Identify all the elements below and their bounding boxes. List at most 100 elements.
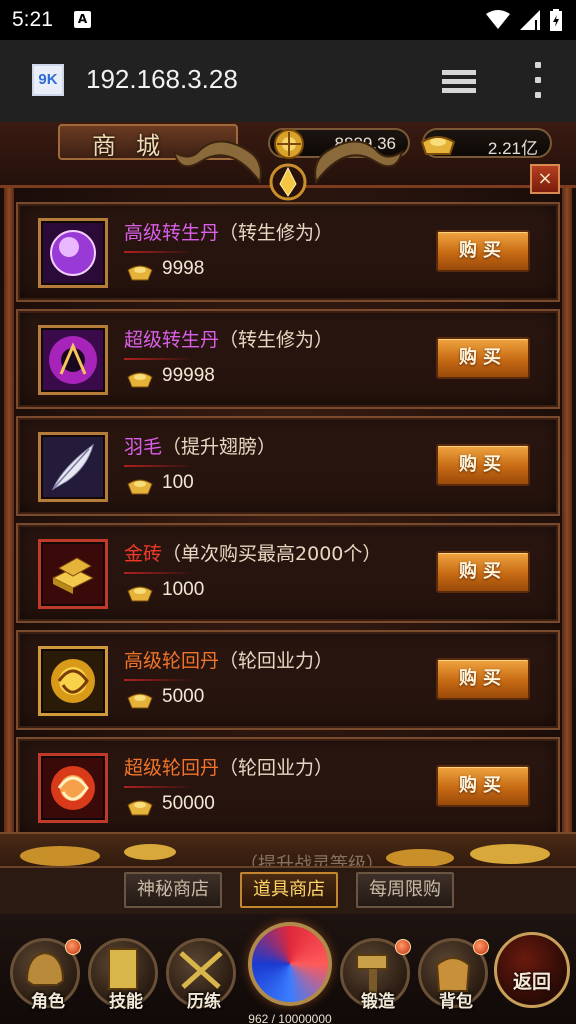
status-icons: [486, 9, 562, 31]
price-value: 99998: [162, 365, 215, 386]
notification-dot: [65, 939, 81, 955]
price-value: 9998: [162, 258, 205, 279]
nav-label: 背包: [439, 992, 473, 1012]
purple-orb-icon: [43, 223, 103, 283]
ingot-icon: [127, 265, 153, 281]
item-name: 超级转生丹（转生修为）: [124, 325, 333, 352]
item-icon-frame: [38, 218, 108, 288]
notification-dot: [473, 939, 489, 955]
nav-skills-button[interactable]: 技能: [88, 938, 158, 1012]
golden-swirl-icon: [43, 651, 103, 711]
gold-brick-icon: [43, 544, 103, 604]
shop-header: 商城 8889.36 2.21亿: [0, 122, 576, 201]
item-icon-frame: [38, 646, 108, 716]
exp-readout: 962 / 10000000: [248, 1012, 332, 1024]
buy-button[interactable]: 购买: [436, 551, 530, 593]
gold-amount: 2.21亿: [487, 139, 538, 158]
item-title: 高级轮回丹: [124, 650, 220, 672]
tab-mystery-shop[interactable]: 神秘商店: [124, 872, 222, 908]
tab-item-shop[interactable]: 道具商店: [240, 872, 338, 908]
nav-label: 技能: [109, 992, 143, 1012]
list-item: 高级转生丹（转生修为） 9998 购买: [16, 202, 560, 302]
item-note: （提升翅膀）: [162, 436, 277, 458]
divider: [124, 786, 194, 788]
shop-title: 商城: [92, 132, 180, 160]
status-time: 5:21: [12, 8, 53, 31]
browser-toolbar: 9K 192.168.3.28: [0, 40, 576, 122]
ingot-icon: [127, 372, 153, 388]
nav-label: 锻造: [361, 992, 395, 1012]
price-value: 50000: [162, 793, 215, 814]
back-label: 返回: [512, 971, 551, 993]
buy-button[interactable]: 购买: [436, 230, 530, 272]
footer: （提升战灵等级） 神秘商店 道具商店 每周限购 角色 技能 历练 962 / 1…: [0, 820, 576, 1024]
item-title: 羽毛: [124, 436, 163, 458]
item-icon-frame: [38, 753, 108, 823]
feather-icon: [43, 437, 103, 497]
tab-weekly-limited[interactable]: 每周限购: [356, 872, 454, 908]
item-title: 超级轮回丹: [124, 757, 220, 779]
nav-character-button[interactable]: 角色: [10, 938, 81, 1012]
price-value: 5000: [162, 686, 205, 707]
overflow-menu-icon[interactable]: [532, 62, 544, 98]
gold-currency: 2.21亿: [420, 128, 552, 158]
dragon-ornament-left-icon: [172, 140, 262, 185]
item-name: 羽毛（提升翅膀）: [124, 432, 276, 459]
ingot-icon: [127, 479, 153, 495]
nav-label: 角色: [31, 992, 65, 1012]
energy-orb[interactable]: [248, 922, 332, 1006]
list-item: 超级转生丹（转生修为） 99998 购买: [16, 309, 560, 409]
item-note: （轮回业力）: [219, 757, 334, 779]
frame-right: [562, 188, 572, 878]
list-item: 高级轮回丹（轮回业力） 5000 购买: [16, 630, 560, 730]
magic-pill-icon: [43, 330, 103, 390]
nav-bag-button[interactable]: 背包: [418, 938, 489, 1012]
fire-swirl-icon: [43, 758, 103, 818]
item-note: （单次购买最高2000个）: [162, 543, 382, 565]
item-title: 高级转生丹: [124, 222, 220, 244]
buy-button[interactable]: 购买: [436, 444, 530, 486]
buy-button[interactable]: 购买: [436, 658, 530, 700]
divider: [124, 358, 194, 360]
frame-left: [4, 188, 14, 878]
gold-ingot-icon: [420, 136, 456, 155]
ingot-icon: [127, 693, 153, 709]
nav-training-button[interactable]: 历练: [166, 938, 236, 1012]
price-value: 100: [162, 472, 194, 493]
list-item: 金砖（单次购买最高2000个） 1000 购买: [16, 523, 560, 623]
buy-button[interactable]: 购买: [436, 765, 530, 807]
buy-button[interactable]: 购买: [436, 337, 530, 379]
divider: [124, 679, 194, 681]
divider: [124, 251, 194, 253]
gem-coin-icon: [274, 129, 304, 159]
ingot-icon: [127, 586, 153, 602]
divider: [124, 465, 194, 467]
url-field[interactable]: 192.168.3.28: [86, 64, 238, 95]
item-name: 金砖（单次购买最高2000个）: [124, 539, 381, 566]
game-view: 商城 8889.36 2.21亿 ×: [0, 122, 576, 1024]
item-icon-frame: [38, 432, 108, 502]
item-title: 金砖: [124, 543, 163, 565]
wifi-icon: [486, 10, 510, 29]
center-jewel-icon: [269, 163, 307, 201]
bottom-nav: 角色 技能 历练 962 / 10000000 锻造 背包 返回: [0, 914, 576, 1024]
back-button[interactable]: 返回: [494, 932, 570, 1008]
item-icon-frame: [38, 539, 108, 609]
close-button[interactable]: ×: [530, 164, 560, 194]
dragon-ornament-right-icon: [314, 140, 404, 185]
item-note: （转生修为）: [219, 329, 334, 351]
shop-tabs: 神秘商店 道具商店 每周限购: [0, 866, 576, 914]
tabs-icon[interactable]: [440, 68, 480, 96]
site-favicon: 9K: [32, 64, 64, 96]
signal-icon: [520, 10, 540, 30]
nav-forge-button[interactable]: 锻造: [340, 938, 411, 1012]
item-note: （转生修为）: [219, 222, 334, 244]
price-value: 1000: [162, 579, 205, 600]
item-name: 高级转生丹（转生修为）: [124, 218, 333, 245]
battery-icon: [550, 9, 562, 31]
status-bar: 5:21 A: [0, 0, 576, 40]
ingot-icon: [127, 800, 153, 816]
notification-icon: A: [74, 11, 91, 28]
notification-dot: [395, 939, 411, 955]
item-icon-frame: [38, 325, 108, 395]
